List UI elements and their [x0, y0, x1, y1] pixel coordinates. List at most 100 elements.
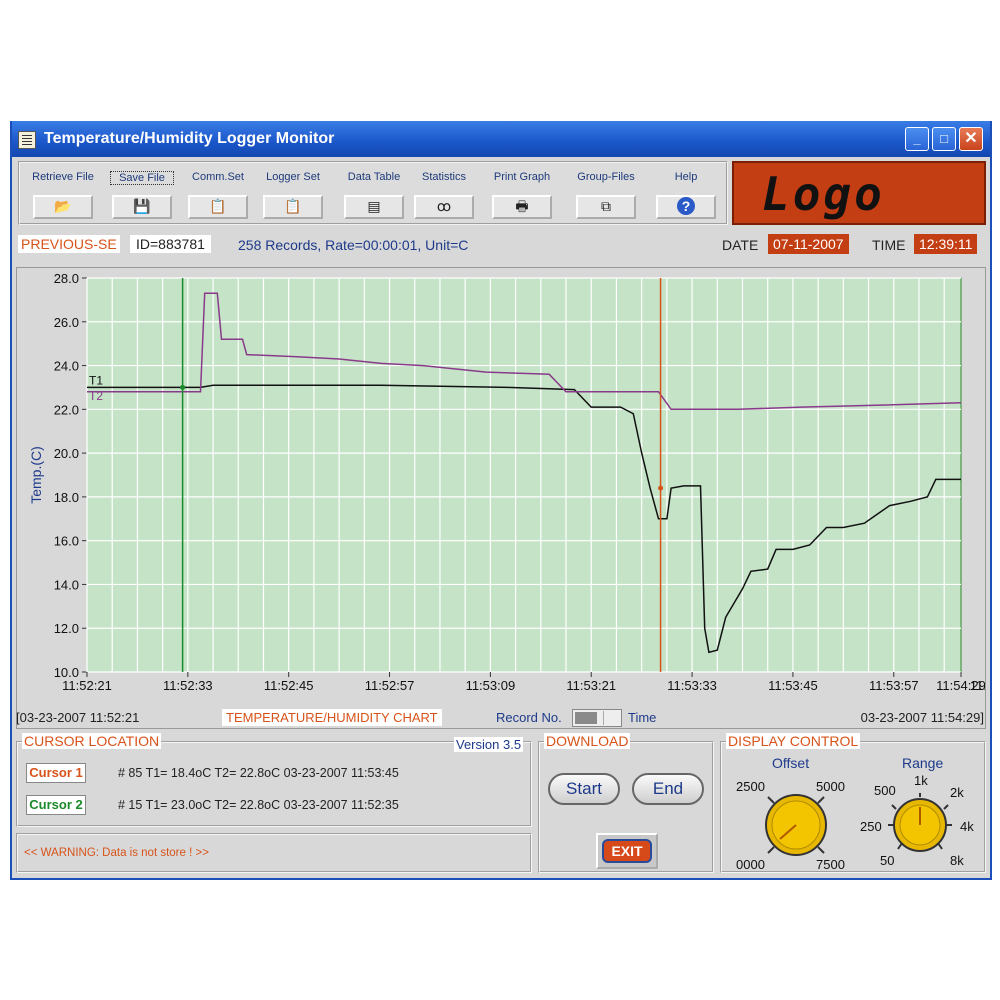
maximize-button[interactable]: □ [932, 127, 956, 151]
status-panel: << WARNING: Data is not store ! >> [16, 833, 532, 873]
cursor-marker-2 [180, 384, 186, 390]
record-no-label: Record No. [496, 710, 562, 725]
time-label-toggle: Time [628, 710, 657, 725]
y-tick-label: 16.0 [54, 534, 79, 549]
cursor1-button[interactable]: Cursor 1 [26, 763, 86, 783]
chart-area[interactable]: 10.0 12.0 14.0 16.0 18.0 20.0 22.0 24.0 26.0 28.0… [16, 267, 986, 729]
x-tick-label: 11:53:33 [667, 678, 717, 693]
panel-title: CURSOR LOCATION [22, 733, 162, 749]
chart-start-time: [03-23-2007 11:52:21 [16, 710, 140, 725]
display-control-panel: DISPLAY CONTROL Offset Range 2500 5000 0… [720, 733, 986, 873]
toolbar-label: Group-Files [577, 171, 635, 183]
records-summary: 258 Records, Rate=00:00:01, Unit=C [238, 237, 469, 253]
toolbar-statistics[interactable]: Statistics ꝏ [414, 171, 474, 225]
app-window: Temperature/Humidity Logger Monitor _ □ … [10, 121, 992, 880]
logo: Logo [732, 161, 986, 225]
toolbar-label: Retrieve File [32, 171, 94, 183]
cursor2-readout: # 15 T1= 23.0oC T2= 22.8oC 03-23-2007 11… [118, 798, 399, 812]
x-tick-label: 11:53:09 [466, 678, 516, 693]
x-tick-label: 11:53:57 [869, 678, 919, 693]
y-axis-label: Temp.(C) [28, 446, 44, 504]
end-button[interactable]: End [632, 773, 704, 805]
logo-text: Logo [762, 167, 885, 221]
panel-title: DOWNLOAD [544, 733, 631, 749]
toggle-knob[interactable] [575, 712, 597, 724]
chart-end-time: 03-23-2007 11:54:29] [860, 710, 984, 725]
series-label-t2: T2 [89, 389, 103, 403]
x-tick-label: 11:52:33 [163, 678, 213, 693]
toolbar-comm-set[interactable]: Comm.Set 📋 [184, 171, 252, 225]
range-knob[interactable] [888, 793, 952, 852]
x-tick-label: 11:52:57 [365, 678, 415, 693]
warning-message: << WARNING: Data is not store ! >> [24, 847, 209, 859]
version-label: Version 3.5 [454, 737, 524, 752]
toolbar-label: Save File [110, 171, 174, 185]
toolbar-print-graph[interactable]: Print Graph 🖶 [486, 171, 558, 225]
y-tick-label: 18.0 [54, 490, 79, 505]
toolbar-label: Comm.Set [192, 171, 244, 183]
window-title: Temperature/Humidity Logger Monitor [44, 130, 335, 147]
files-icon[interactable]: ⧉ [576, 195, 636, 219]
exit-label: EXIT [604, 841, 650, 861]
close-button[interactable]: ✕ [959, 127, 983, 151]
notepad-icon [18, 131, 36, 149]
cursor1-readout: # 85 T1= 18.4oC T2= 22.8oC 03-23-2007 11… [118, 766, 399, 780]
time-value: 12:39:11 [914, 234, 978, 254]
cursor2-button[interactable]: Cursor 2 [26, 795, 86, 815]
exit-button[interactable]: EXIT [596, 833, 658, 869]
axis-mode-toggle[interactable] [572, 709, 622, 727]
x-tick-label: 11:54:29 [936, 678, 985, 693]
chart-footer: [03-23-2007 11:52:21 TEMPERATURE/HUMIDIT… [16, 707, 986, 729]
knobs [765, 793, 952, 856]
y-tick-label: 12.0 [54, 621, 79, 636]
help-icon[interactable]: ? [656, 195, 716, 219]
clipboard-icon[interactable]: 📋 [263, 195, 323, 219]
chart-title: TEMPERATURE/HUMIDITY CHART [222, 709, 442, 726]
toolbar-group-files[interactable]: Group-Files ⧉ [570, 171, 642, 225]
toolbar-data-table[interactable]: Data Table ▤ [338, 171, 410, 225]
plot-area[interactable] [86, 277, 962, 673]
printer-icon[interactable]: 🖶 [492, 195, 552, 219]
clipboard-icon[interactable]: 📋 [188, 195, 248, 219]
date-value: 07-11-2007 [768, 234, 849, 254]
minimize-button[interactable]: _ [905, 127, 929, 151]
x-tick-label: 11:52:21 [62, 678, 112, 693]
toolbar-label: Statistics [421, 171, 466, 183]
folder-open-icon[interactable]: 📂 [33, 195, 93, 219]
glasses-icon[interactable]: ꝏ [414, 195, 474, 219]
toolbar-logger-set[interactable]: Logger Set 📋 [258, 171, 328, 225]
cursor-location-panel: CURSOR LOCATION Version 3.5 Cursor 1 # 8… [16, 733, 532, 827]
previous-session-label[interactable]: PREVIOUS-SE [18, 235, 120, 253]
temperature-chart[interactable]: 10.012.014.016.018.020.022.024.026.028.0… [17, 268, 985, 708]
help-icon-glyph: ? [677, 197, 695, 215]
download-panel: DOWNLOAD Start End EXIT [538, 733, 714, 873]
info-bar: PREVIOUS-SE ID=883781 258 Records, Rate=… [18, 233, 988, 259]
series-label-t1: T1 [89, 373, 103, 387]
offset-knob[interactable] [765, 794, 827, 856]
logger-id: ID=883781 [130, 235, 211, 253]
toolbar-label: Data Table [347, 171, 401, 183]
start-button[interactable]: Start [548, 773, 620, 805]
x-tick-label: 11:52:45 [264, 678, 314, 693]
time-label: TIME [872, 237, 906, 253]
toolbar-label: Help [674, 171, 698, 183]
date-label: DATE [722, 237, 759, 253]
title-bar[interactable]: Temperature/Humidity Logger Monitor _ □ … [12, 121, 990, 157]
y-tick-label: 20.0 [54, 446, 79, 461]
toolbar: Retrieve File 📂 Save File 💾 Comm.Set 📋 L… [18, 161, 728, 225]
toggle-divider [603, 711, 604, 725]
y-tick-label: 26.0 [54, 315, 79, 330]
table-icon[interactable]: ▤ [344, 195, 404, 219]
cursor-marker-1 [658, 485, 664, 491]
floppy-disk-icon[interactable]: 💾 [112, 195, 172, 219]
toolbar-help[interactable]: Help ? [654, 171, 718, 225]
toolbar-retrieve-file[interactable]: Retrieve File 📂 [22, 171, 104, 225]
x-tick-label: 11:53:21 [566, 678, 616, 693]
x-tick-label: 11:53:45 [768, 678, 818, 693]
toolbar-label: Logger Set [266, 171, 320, 183]
y-tick-label: 22.0 [54, 402, 79, 417]
y-tick-label: 24.0 [54, 359, 79, 374]
toolbar-save-file[interactable]: Save File 💾 [110, 171, 174, 225]
toolbar-label: Print Graph [493, 171, 551, 183]
y-tick-label: 14.0 [54, 577, 79, 592]
